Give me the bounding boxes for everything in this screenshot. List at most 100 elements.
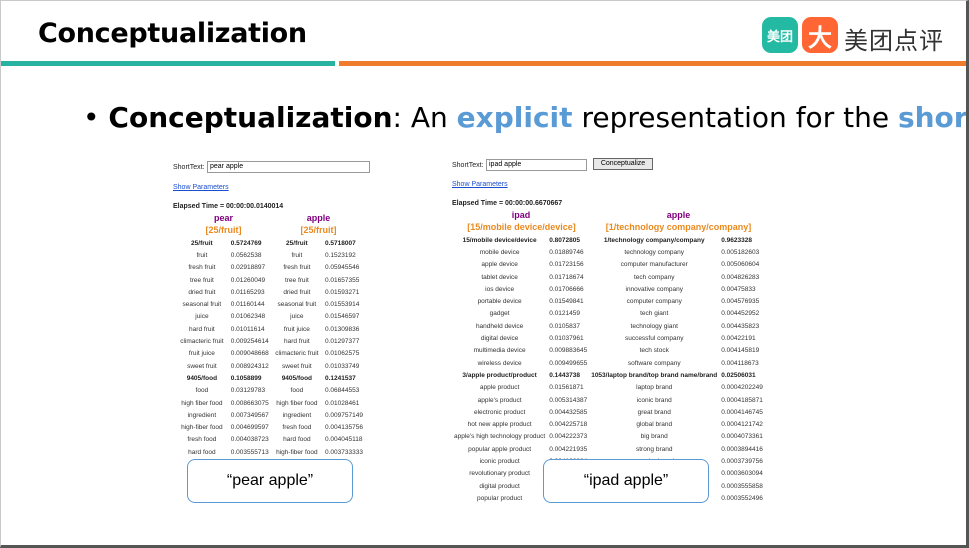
right-col1-category: [15/mobile device/device] [467,222,576,232]
concept-cell: sweet fruit [282,362,312,370]
concept-cell: high fiber food [276,399,318,407]
show-parameters-link-right[interactable]: Show Parameters [452,181,508,188]
score-cell: 0.004576935 [721,298,760,306]
score-cell: 0.01062348 [230,313,266,321]
concept-cell: juice [195,313,209,321]
score-cell: 0.01033749 [325,362,360,370]
concept-cell: popular apple product [468,445,532,453]
heading-explicit: explicit [456,101,573,134]
score-cell: 0.01706666 [549,285,584,293]
concept-cell: revolutionary product [469,470,530,478]
score-cell: 0.01260049 [230,276,266,284]
concept-cell: strong brand [635,445,673,453]
score-cell: 0.004435823 [721,322,760,330]
score-cell: 0.9623328 [721,236,752,244]
concept-cell: tree fruit [189,276,214,284]
concept-cell: hard food [283,436,311,444]
score-cell: 0.01028461 [325,399,360,407]
table-row: dried fruit 0.01165293 dried fruit 0.015932… [175,286,365,298]
concept-cell: laptop brand [636,384,673,392]
score-cell: 0.8072805 [549,236,580,244]
ipad-apple-callout: “ipad apple” [543,459,709,503]
concept-cell: fruit juice [188,350,215,358]
table-row: portable device 0.01549841 computer compan… [452,295,765,307]
score-cell: 0.004145819 [721,347,760,355]
concept-cell: big brand [640,433,668,441]
concept-cell: 9405/food [186,374,218,382]
concept-cell: dried fruit [188,288,216,296]
score-cell: 0.0004202249 [721,384,763,392]
concept-cell: popular product [477,494,523,502]
concept-cell: hard fruit [284,338,310,346]
left-col2-category: [25/fruit] [300,225,337,235]
score-cell: 0.06844553 [325,387,360,395]
concept-cell: 25/fruit [286,239,308,247]
score-cell: 0.02506031 [721,371,756,379]
score-cell: 0.0562538 [230,251,262,259]
concept-cell: software company [627,359,681,367]
score-cell: 0.01037961 [549,335,584,343]
table-row: fresh fruit 0.02918897 fresh fruit 0.059455… [175,262,365,274]
concept-cell: apple's product [477,396,522,404]
shorttext-input-left[interactable]: pear apple [207,161,370,173]
concept-cell: mobile device [479,248,520,256]
dianping-badge-icon: 大 [802,17,838,53]
concept-cell: sweet fruit [187,362,217,370]
table-row: hot new apple product 0.004225718 global b… [452,418,765,430]
score-cell: 0.01593271 [325,288,360,296]
shorttext-input-right[interactable]: ipad apple [486,159,587,171]
score-cell: 0.0105837 [549,322,580,330]
show-parameters-link-left[interactable]: Show Parameters [173,184,229,191]
pear-apple-callout: “pear apple” [187,459,353,503]
concept-cell: wireless device [477,359,522,367]
conceptualize-button[interactable]: Conceptualize [593,158,653,170]
score-cell: 0.1443738 [549,371,580,379]
concept-cell: gadget [489,310,510,318]
score-cell: 0.01549841 [549,298,584,306]
table-row: wireless device 0.009499655 software compa… [452,357,765,369]
concept-cell: seasonal fruit [277,301,317,309]
heading-term: Conceptualization [108,101,393,134]
score-cell: 0.05945546 [325,264,360,272]
table-row: food 0.03129783 food 0.06844553 [175,385,365,397]
score-cell: 0.01011614 [230,325,265,333]
left-col1-title: pear [213,213,233,223]
concept-cell: 3/apple product/product [462,371,537,379]
score-cell: 0.009883645 [549,347,588,355]
score-cell: 0.004135756 [325,424,363,432]
concept-cell: apple's high technology product [454,433,546,441]
table-row: ios device 0.01706666 innovative company 0.… [452,283,765,295]
concept-cell: tech giant [640,310,669,318]
concept-cell: 1053/laptop brand/top brand name/brand [591,371,718,379]
concept-cell: fruit [291,251,303,259]
table-row: high-fiber food 0.004699597 fresh food 0.00… [175,421,365,433]
concept-cell: great brand [637,408,671,416]
concept-cell: iconic product [479,457,520,465]
concept-cell: computer company [626,298,682,306]
concept-cell: 25/fruit [191,239,213,247]
concept-cell: ingredient [282,411,312,419]
score-cell: 0.0003555858 [721,482,763,490]
table-row: fresh food 0.004038723 hard food 0.00404511… [175,434,365,446]
table-row: climacteric fruit 0.009254614 hard fruit 0.… [175,335,365,347]
score-cell: 0.009048668 [230,350,269,358]
concept-cell: computer manufacturer [620,261,688,269]
table-row: fruit 0.0562538 fruit 0.1523192 [175,249,365,261]
concept-cell: tree fruit [284,276,309,284]
score-cell: 0.01561871 [549,384,584,392]
score-cell: 0.1058899 [230,374,262,382]
bullet: • [83,101,100,134]
concept-cell: fruit juice [283,325,310,333]
score-cell: 0.01546597 [325,313,360,321]
score-cell: 0.01165293 [230,288,265,296]
score-cell: 0.004045118 [325,436,363,444]
table-row: juice 0.01062348 juice 0.01546597 [175,311,365,323]
score-cell: 0.008924312 [230,362,269,370]
score-cell: 0.007349567 [230,411,269,419]
table-row: 3/apple product/product 0.1443738 1053/lap… [452,369,765,381]
score-cell: 0.0004073361 [721,433,763,441]
score-cell: 0.01889746 [549,248,584,256]
divider-orange [339,61,966,66]
score-cell: 0.01553914 [325,301,360,309]
score-cell: 0.01062575 [325,350,360,358]
